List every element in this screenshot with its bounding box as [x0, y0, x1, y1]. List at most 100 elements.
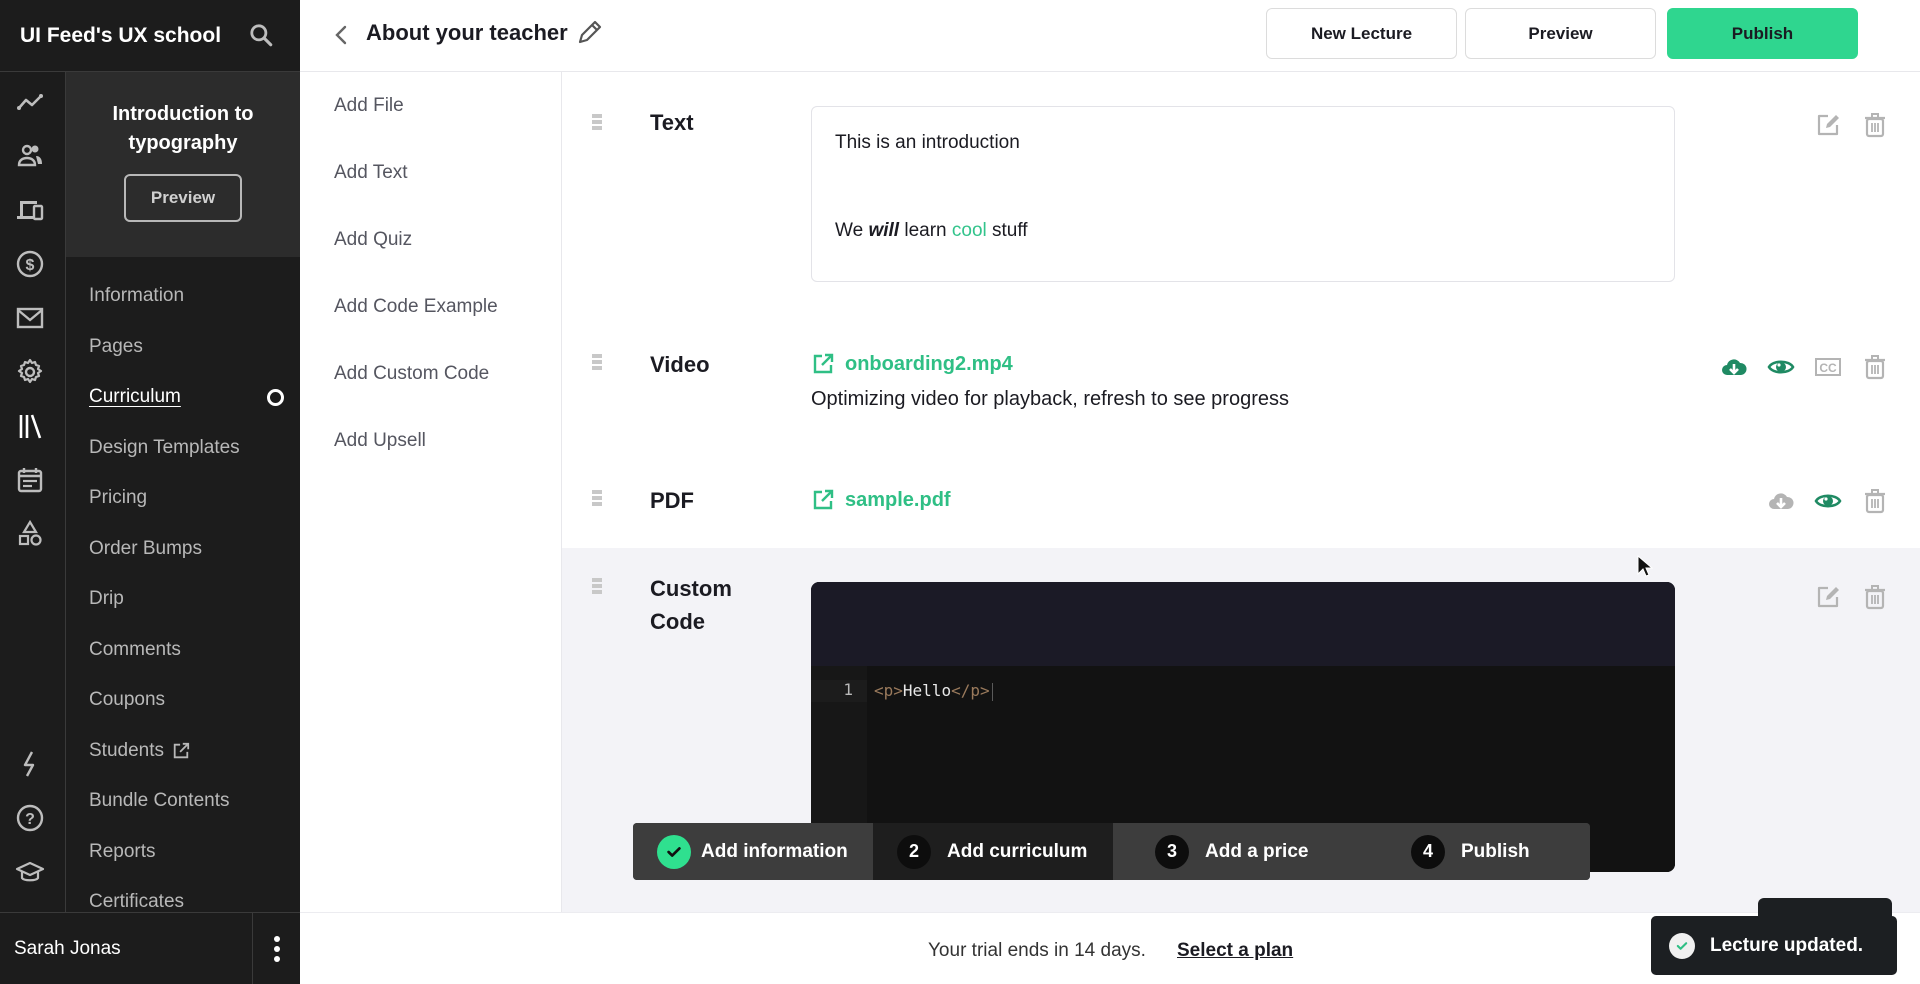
trial-text: Your trial ends in 14 days.: [928, 940, 1146, 961]
onboarding-steps: Add information 2 Add curriculum 3 Add a…: [633, 823, 1590, 880]
toast-notification[interactable]: Lecture updated.: [1651, 916, 1897, 975]
add-quiz-button[interactable]: Add Quiz: [300, 206, 561, 273]
search-icon[interactable]: [248, 22, 274, 48]
nav-item-pricing[interactable]: Pricing: [66, 473, 300, 524]
video-file-link[interactable]: onboarding2.mp4: [811, 352, 1013, 376]
devices-icon[interactable]: [14, 194, 46, 226]
status-circle-icon: [267, 388, 284, 406]
drag-handle-icon[interactable]: [592, 354, 602, 370]
edit-icon[interactable]: [1813, 582, 1843, 612]
graduation-cap-icon[interactable]: [14, 856, 46, 888]
cloud-download-icon[interactable]: [1719, 352, 1749, 382]
nav-item-drip[interactable]: Drip: [66, 574, 300, 625]
nav-item-bundle-contents[interactable]: Bundle Contents: [66, 776, 300, 827]
eye-icon[interactable]: [1813, 486, 1843, 516]
trash-icon[interactable]: [1860, 486, 1890, 516]
lightning-icon[interactable]: [14, 748, 46, 780]
check-circle-icon: [1669, 932, 1695, 959]
drag-handle-icon[interactable]: [592, 490, 602, 506]
step-publish[interactable]: 4 Publish: [1363, 823, 1590, 880]
trash-icon[interactable]: [1860, 582, 1890, 612]
eye-icon[interactable]: [1766, 352, 1796, 382]
svg-text:?: ?: [25, 811, 35, 828]
closed-captions-icon[interactable]: CC: [1813, 352, 1843, 382]
add-content-menu: Add File Add Text Add Quiz Add Code Exam…: [300, 72, 562, 912]
pdf-file-link[interactable]: sample.pdf: [811, 488, 951, 512]
nav-label: Reports: [89, 840, 156, 862]
pencil-icon[interactable]: [574, 18, 604, 48]
nav-label: Certificates: [89, 891, 185, 912]
lecture-title: About your teacher: [366, 20, 568, 45]
nav-item-students[interactable]: Students: [66, 726, 300, 777]
cloud-download-icon[interactable]: [1766, 486, 1796, 516]
add-file-button[interactable]: Add File: [300, 72, 561, 139]
step-label: Add information: [701, 840, 848, 862]
library-icon[interactable]: [14, 410, 46, 442]
preview-button[interactable]: Preview: [1465, 8, 1656, 59]
nav-label: Coupons: [89, 689, 166, 711]
block-type-label: PDF: [650, 488, 694, 513]
dollar-icon[interactable]: $: [14, 248, 46, 280]
add-code-example-button[interactable]: Add Code Example: [300, 273, 561, 340]
shapes-icon[interactable]: [14, 518, 46, 550]
block-type-label: Text: [650, 110, 694, 135]
add-upsell-button[interactable]: Add Upsell: [300, 407, 561, 474]
external-link-icon: [173, 742, 190, 758]
external-link-icon: [813, 353, 834, 374]
step-number: 4: [1411, 834, 1445, 869]
users-icon[interactable]: [14, 140, 46, 172]
course-preview-button[interactable]: Preview: [124, 174, 242, 222]
nav-item-certificates[interactable]: Certificates: [66, 877, 300, 912]
nav-item-pages[interactable]: Pages: [66, 322, 300, 373]
step-add-curriculum[interactable]: 2 Add curriculum: [873, 823, 1113, 880]
trash-icon[interactable]: [1860, 352, 1890, 382]
svg-text:CC: CC: [1819, 361, 1837, 375]
nav-item-coupons[interactable]: Coupons: [66, 675, 300, 726]
add-custom-code-button[interactable]: Add Custom Code: [300, 340, 561, 407]
nav-label: Pages: [89, 335, 143, 357]
select-plan-link[interactable]: Select a plan: [1177, 940, 1293, 962]
mouse-cursor-icon: [1637, 555, 1653, 577]
help-icon[interactable]: ?: [14, 802, 46, 834]
block-actions: [1813, 110, 1890, 140]
nav-item-reports[interactable]: Reports: [66, 827, 300, 878]
step-add-price[interactable]: 3 Add a price: [1113, 823, 1363, 880]
nav-item-curriculum[interactable]: Curriculum: [66, 372, 300, 423]
nav-item-information[interactable]: Information: [66, 271, 300, 322]
block-actions: [1813, 582, 1890, 612]
svg-text:$: $: [26, 257, 35, 274]
nav-item-order-bumps[interactable]: Order Bumps: [66, 524, 300, 575]
kebab-menu-icon[interactable]: [252, 912, 300, 984]
trash-icon[interactable]: [1860, 110, 1890, 140]
external-link-icon: [813, 489, 834, 510]
calendar-icon[interactable]: [14, 464, 46, 496]
step-add-information[interactable]: Add information: [633, 823, 873, 880]
text-content-box[interactable]: This is an introduction We will learn co…: [811, 106, 1675, 282]
edit-icon[interactable]: [1813, 110, 1843, 140]
user-name[interactable]: Sarah Jonas: [0, 938, 252, 960]
processing-note: Optimizing video for playback, refresh t…: [811, 388, 1289, 410]
nav-label: Information: [89, 285, 185, 307]
nav-label: Drip: [89, 588, 124, 610]
nav-label: Comments: [89, 638, 181, 660]
nav-item-design-templates[interactable]: Design Templates: [66, 423, 300, 474]
pdf-block: PDF sample.pdf: [562, 452, 1920, 548]
publish-button[interactable]: Publish: [1667, 8, 1858, 59]
drag-handle-icon[interactable]: [592, 578, 602, 594]
analytics-icon[interactable]: [14, 86, 46, 118]
drag-handle-icon[interactable]: [592, 114, 602, 130]
add-text-button[interactable]: Add Text: [300, 139, 561, 206]
text-line: We will learn cool stuff: [835, 220, 1028, 241]
nav-item-comments[interactable]: Comments: [66, 625, 300, 676]
nav-label: Students: [89, 739, 164, 761]
lecture-header: About your teacher New Lecture Preview P…: [300, 0, 1920, 72]
file-name: onboarding2.mp4: [845, 352, 1013, 375]
code-line: <p>Hello</p>: [874, 680, 993, 702]
mail-icon[interactable]: [14, 302, 46, 334]
gear-icon[interactable]: [14, 356, 46, 388]
course-header: Introduction to typography Preview: [66, 72, 300, 257]
chevron-left-icon[interactable]: [330, 22, 352, 48]
nav-label: Design Templates: [89, 436, 240, 458]
new-lecture-button[interactable]: New Lecture: [1266, 8, 1457, 59]
code-editor-toolbar: [811, 582, 1675, 666]
